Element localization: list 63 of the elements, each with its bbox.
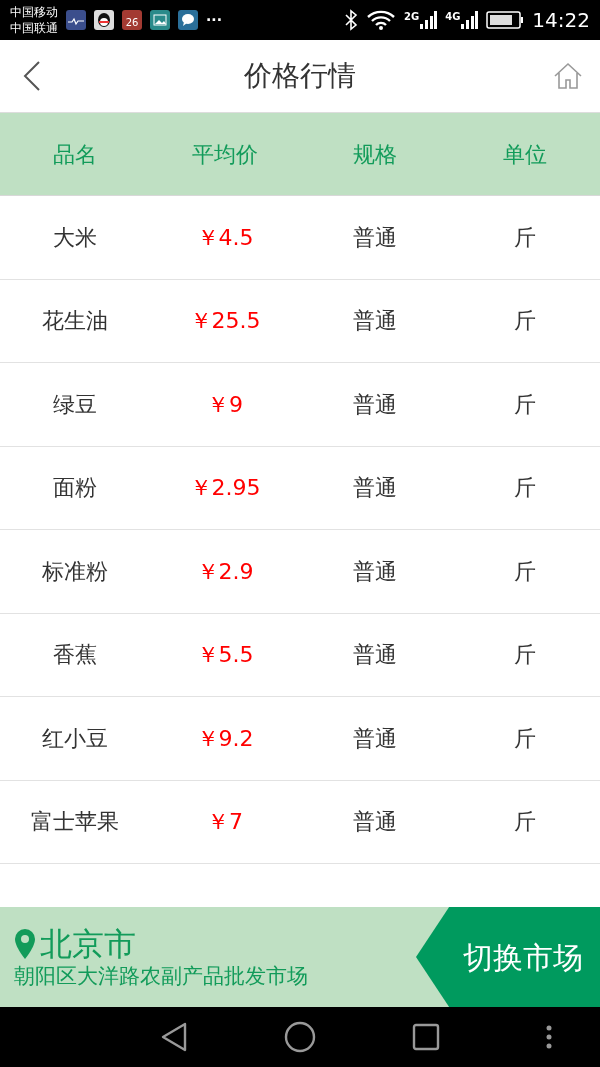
specification: 普通: [352, 390, 398, 419]
column-header: 规格: [352, 140, 398, 169]
calendar-app-icon: 26: [122, 10, 142, 30]
average-price: ￥25.5: [188, 307, 262, 336]
specification: 普通: [352, 307, 398, 336]
wifi-icon: [366, 9, 396, 31]
average-price: ￥5.5: [195, 641, 255, 670]
average-price: ￥4.5: [195, 223, 255, 252]
average-price: ￥2.95: [188, 474, 262, 503]
product-name: 标准粉: [41, 557, 109, 586]
average-price: ￥9.2: [195, 724, 255, 753]
back-nav-icon[interactable]: [160, 1022, 188, 1052]
back-icon: [23, 60, 41, 92]
specification: 普通: [352, 223, 398, 252]
home-nav-icon[interactable]: [284, 1021, 316, 1053]
network-label: 2G: [404, 12, 420, 22]
product-name: 绿豆: [52, 390, 98, 419]
menu-icon[interactable]: [546, 1025, 552, 1049]
location-pin-icon: [14, 927, 36, 960]
product-name: 大米: [52, 223, 98, 252]
carrier-name: 中国联通: [10, 20, 58, 36]
battery-icon: [486, 11, 525, 29]
specification: 普通: [352, 808, 398, 837]
unit: 斤: [513, 557, 537, 586]
signal-icon: [419, 10, 438, 30]
column-header: 品名: [52, 140, 98, 169]
market-address: 朝阳区大洋路农副产品批发市场: [14, 965, 309, 987]
message-app-icon: [178, 10, 198, 30]
product-name: 花生油: [41, 307, 109, 336]
network-label: 4G: [445, 12, 461, 22]
specification: 普通: [352, 474, 398, 503]
carrier-name: 中国移动: [10, 4, 58, 20]
unit: 斤: [513, 390, 537, 419]
unit: 斤: [513, 307, 537, 336]
bluetooth-icon: [344, 9, 358, 31]
city-name: 北京市: [40, 927, 136, 960]
unit: 斤: [513, 474, 537, 503]
unit: 斤: [513, 641, 537, 670]
signal-icon: [460, 10, 479, 30]
column-header: 平均价: [191, 140, 259, 169]
average-price: ￥9: [206, 390, 244, 419]
specification: 普通: [352, 724, 398, 753]
page-title: 价格行情: [243, 58, 357, 94]
more-notifications: ···: [206, 10, 222, 30]
unit: 斤: [513, 724, 537, 753]
column-header: 单位: [502, 140, 548, 169]
unit: 斤: [513, 808, 537, 837]
clock: 14:22: [532, 7, 590, 34]
specification: 普通: [352, 641, 398, 670]
product-name: 红小豆: [41, 724, 109, 753]
average-price: ￥7: [206, 808, 244, 837]
product-name: 香蕉: [52, 641, 98, 670]
recents-nav-icon[interactable]: [412, 1023, 440, 1051]
average-price: ￥2.9: [195, 557, 255, 586]
penguin-app-icon: [94, 10, 114, 30]
gallery-app-icon: [150, 10, 170, 30]
home-icon: [553, 61, 583, 91]
specification: 普通: [352, 557, 398, 586]
health-app-icon: [66, 10, 86, 30]
unit: 斤: [513, 223, 537, 252]
product-name: 面粉: [52, 474, 98, 503]
product-name: 富士苹果: [30, 808, 120, 837]
switch-market-button[interactable]: 切换市场: [416, 907, 600, 1007]
